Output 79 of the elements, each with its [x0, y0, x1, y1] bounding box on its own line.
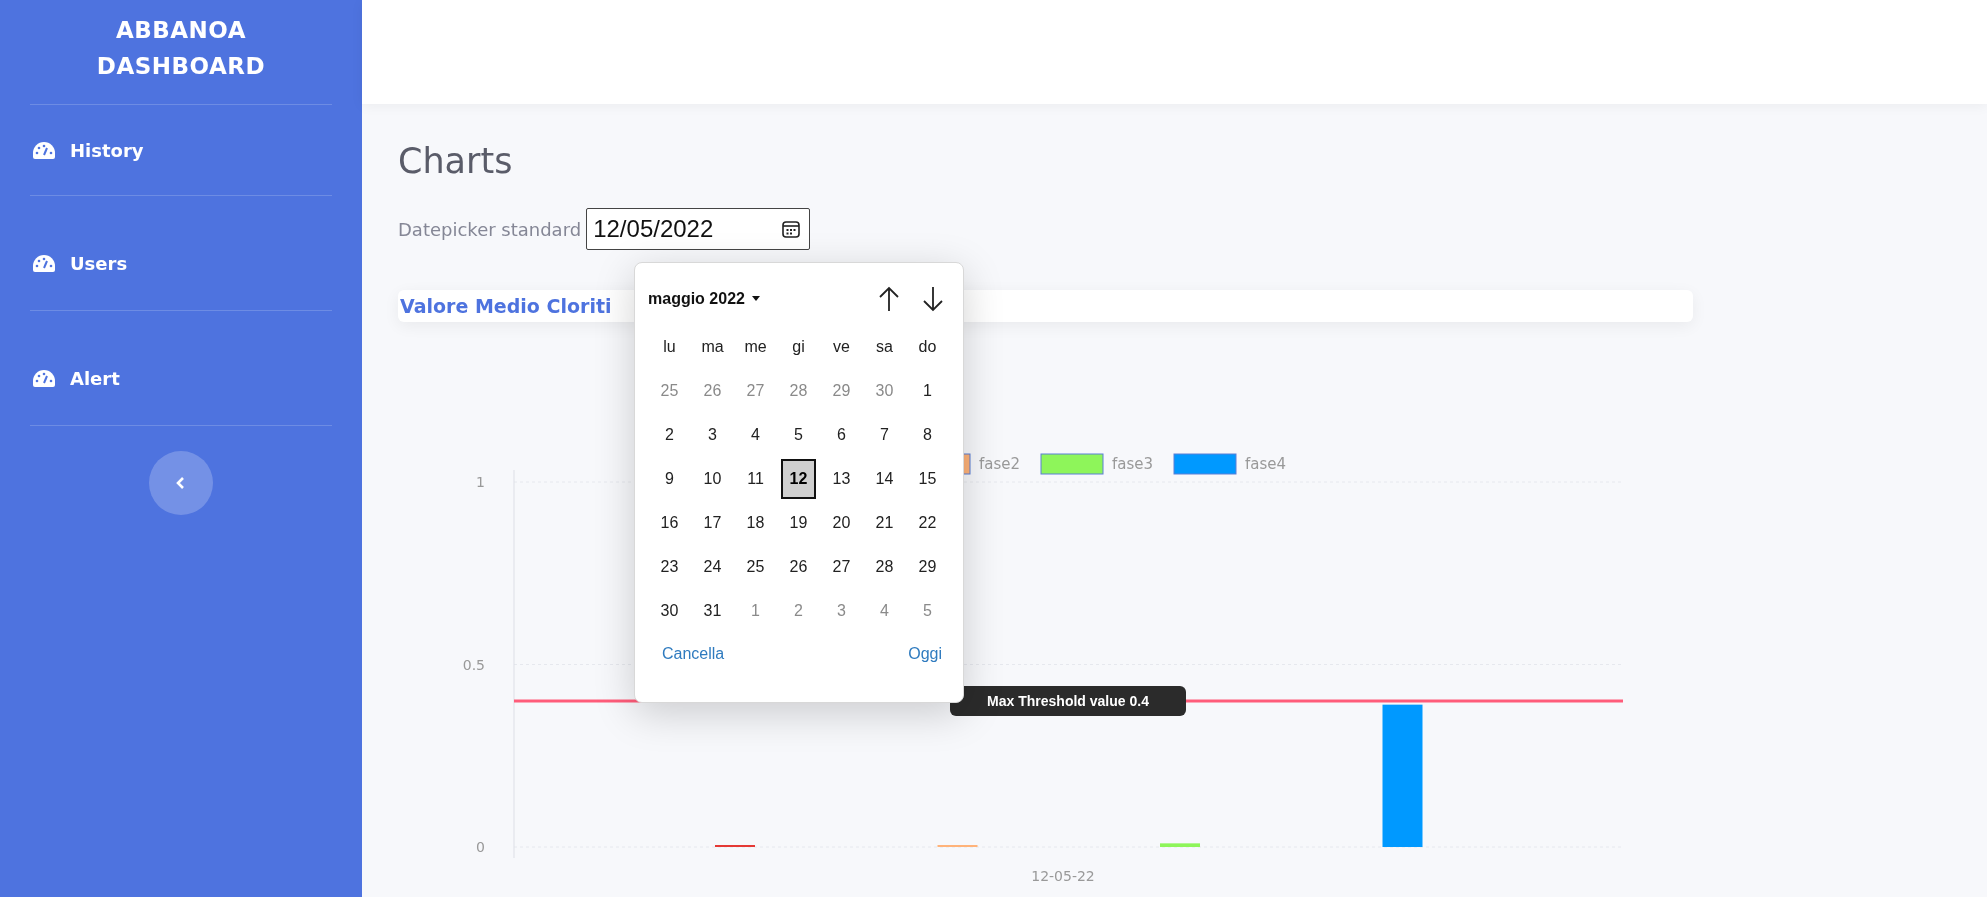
weekday-label: sa: [875, 337, 894, 357]
weekday-label: gi: [791, 337, 806, 357]
calendar-day[interactable]: 9: [652, 459, 687, 499]
weekday-label: ve: [832, 337, 851, 357]
calendar-day[interactable]: 27: [824, 547, 859, 587]
calendar-day[interactable]: 26: [695, 371, 730, 411]
calendar-day[interactable]: 7: [867, 415, 902, 455]
datepicker-label: Datepicker standard: [398, 218, 582, 240]
calendar-day[interactable]: 19: [781, 503, 816, 543]
nav-item[interactable]: History: [30, 105, 332, 195]
clear-link[interactable]: Cancella: [662, 645, 725, 663]
weekday-label: lu: [662, 337, 677, 357]
calendar-day[interactable]: 24: [695, 547, 730, 587]
legend-swatch: [1040, 453, 1104, 475]
gauge-icon: [32, 254, 56, 272]
calendar-day[interactable]: 2: [652, 415, 687, 455]
calendar-day[interactable]: 3: [695, 415, 730, 455]
calendar-day[interactable]: 29: [824, 371, 859, 411]
x-tick-label: 12-05-22: [1031, 868, 1095, 884]
caret-icon: [750, 296, 761, 302]
card-title: Valore Medio Cloriti: [400, 295, 612, 317]
calendar-day[interactable]: 6: [824, 415, 859, 455]
calendar-day[interactable]: 16: [652, 503, 687, 543]
down-arrow-icon: [922, 286, 944, 312]
date-field[interactable]: 12/05/2022: [586, 208, 811, 250]
legend-swatch: [1173, 453, 1237, 475]
previous-month-button[interactable]: [878, 286, 900, 312]
weekday-label: me: [743, 337, 768, 357]
page-title: Charts: [398, 140, 513, 182]
legend-label: fase3: [1112, 455, 1154, 473]
y-tick-label: 0.5: [462, 656, 485, 673]
weekday-label: ma: [700, 337, 725, 357]
calendar-day[interactable]: 2: [781, 591, 816, 631]
legend-label: fase4: [1245, 455, 1287, 473]
calendar-day[interactable]: 28: [781, 371, 816, 411]
calendar-day[interactable]: 13: [824, 459, 859, 499]
calendar-day[interactable]: 11: [738, 459, 773, 499]
calendar-day[interactable]: 31: [695, 591, 730, 631]
calendar-day[interactable]: 3: [824, 591, 859, 631]
calendar-day[interactable]: 20: [824, 503, 859, 543]
calendar-day[interactable]: 1: [738, 591, 773, 631]
up-arrow-icon: [878, 286, 900, 312]
y-tick-label: 1: [476, 474, 485, 490]
calendar-day[interactable]: 30: [652, 591, 687, 631]
calendar-day[interactable]: 23: [652, 547, 687, 587]
calendar-day[interactable]: 12: [781, 459, 816, 499]
calendar-day[interactable]: 8: [910, 415, 945, 455]
chevron-left-icon: [176, 476, 186, 490]
calendar-day[interactable]: 25: [738, 547, 773, 587]
gauge-icon: [32, 369, 56, 387]
nav-item[interactable]: Users: [30, 196, 332, 310]
calendar-day[interactable]: 5: [910, 591, 945, 631]
calendar-day[interactable]: 5: [781, 415, 816, 455]
calendar-day[interactable]: 4: [738, 415, 773, 455]
weekday-label: do: [917, 337, 938, 357]
calendar-day[interactable]: 17: [695, 503, 730, 543]
calendar-day[interactable]: 1: [910, 371, 945, 411]
calendar-day[interactable]: 25: [652, 371, 687, 411]
month-dropdown[interactable]: maggio 2022: [648, 290, 761, 308]
calendar-day[interactable]: 10: [695, 459, 730, 499]
threshold-label: Max Threshold value 0.4: [950, 686, 1186, 716]
calendar-day[interactable]: 22: [910, 503, 945, 543]
calendar-day[interactable]: 14: [867, 459, 902, 499]
calendar-day[interactable]: 21: [867, 503, 902, 543]
calendar-day[interactable]: 28: [867, 547, 902, 587]
next-month-button[interactable]: [922, 286, 944, 312]
today-link[interactable]: Oggi: [908, 645, 942, 663]
calendar-day[interactable]: 18: [738, 503, 773, 543]
calendar-icon: [781, 219, 802, 239]
calendar-day[interactable]: 26: [781, 547, 816, 587]
gauge-icon: [32, 141, 56, 159]
calendar-day[interactable]: 27: [738, 371, 773, 411]
nav-item[interactable]: Alert: [30, 311, 332, 425]
legend-label: fase2: [979, 455, 1021, 473]
calendar-day[interactable]: 30: [867, 371, 902, 411]
app-title: ABBANOA DASHBOARD: [95, 16, 267, 81]
y-tick-label: 0: [476, 839, 485, 855]
calendar-day[interactable]: 29: [910, 547, 945, 587]
calendar-day[interactable]: 4: [867, 591, 902, 631]
